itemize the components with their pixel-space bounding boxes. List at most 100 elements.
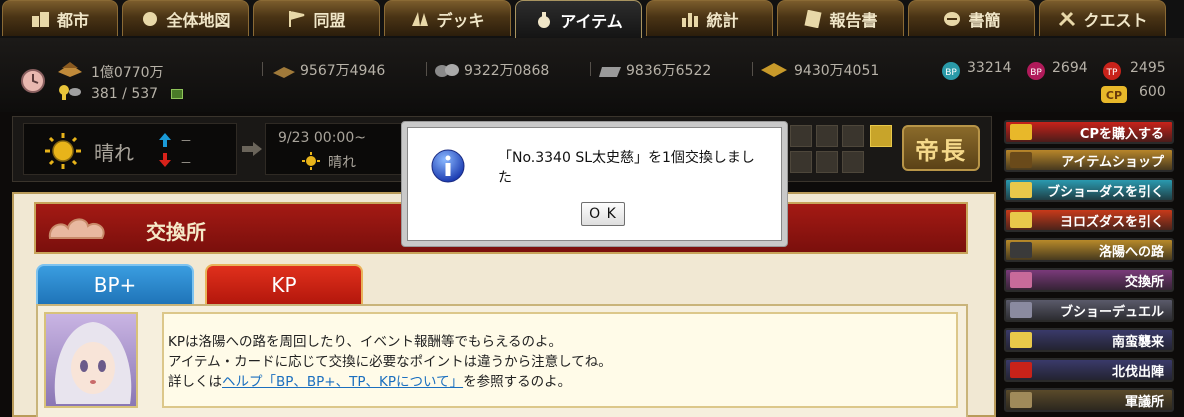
alert-dialog: 「No.3340 SL太史慈」を1個交換しました O K [401,121,788,247]
info-text-prefix: 詳しくは [168,374,222,390]
sun-icon [44,132,82,174]
clock-icon [20,68,46,98]
advisor-speech-bubble: KPは洛陽への路を周回したり、イベント報酬等でもらえるのよ。 アイテム・カードに… [162,312,958,408]
council-icon [1010,392,1032,408]
shop-icon [1010,152,1032,168]
info-panel: KPは洛陽への路を周回したり、イベント報酬等でもらえるのよ。 アイテム・カードに… [36,304,968,417]
sidebar-button-exchange[interactable]: 交換所 [1004,268,1174,292]
alert-dialog-body: 「No.3340 SL太史慈」を1個交換しました O K [407,127,782,241]
tab-label: 報告書 [829,10,878,30]
tab-label: 書簡 [968,10,1001,30]
next-weather-label: 晴れ [328,155,356,171]
ship-icon [1010,332,1032,348]
next-weather-time: 9/23 00:00~ [278,130,366,146]
mountain-icon [1010,242,1032,258]
tab-mail[interactable]: 書簡 [908,0,1035,36]
svg-text:BP: BP [1030,68,1042,78]
army-icon [1010,362,1032,378]
sidebar-label: 南蛮襲来 [1111,334,1164,350]
tp-value: 2495 [1130,60,1166,76]
svg-text:CP: CP [1106,89,1122,102]
mini-cell [842,151,864,173]
tp-icon: TP [1102,61,1122,85]
weather-up-value: － [180,134,193,148]
svg-text:BP: BP [945,68,957,78]
sidebar-button-bushodas[interactable]: ブショーダスを引く [1004,178,1174,202]
deck-cost-up-badge[interactable] [171,89,183,99]
sidebar-label: 洛陽への路 [1098,244,1164,260]
sidebar-button-buy-cp[interactable]: CPを購入する [1004,120,1174,144]
tab-kp[interactable]: KP [205,264,363,304]
rank-badge[interactable]: 帝長 [902,125,980,171]
wood-icon [272,64,296,83]
info-text-line: 詳しくはヘルプ「BP、BP+、TP、KPについて」を参照するのよ。 [168,372,946,392]
svg-text:TP: TP [1106,68,1118,78]
sidebar-button-war-council[interactable]: 軍議所 [1004,388,1174,412]
tab-bp-plus[interactable]: BP+ [36,264,194,304]
sidebar-button-yorozudas[interactable]: ヨロズダスを引く [1004,208,1174,232]
sidebar-button-item-shop[interactable]: アイテムショップ [1004,148,1174,172]
stats-icon [680,10,700,28]
cost-icon [58,84,82,104]
report-icon [803,9,823,28]
sidebar-button-hokubatsu[interactable]: 北伐出陣 [1004,358,1174,382]
sidebar-label: 北伐出陣 [1111,364,1164,380]
arrow-down-icon [158,152,172,172]
kp-icon: BP [1026,61,1046,85]
weather-down-value: － [180,156,193,170]
mini-status-grid [790,125,898,175]
kp-value: 2694 [1052,60,1088,76]
wood-value: 9567万4946 [300,63,386,79]
divider [426,62,427,76]
tab-city[interactable]: 都市 [2,0,118,36]
tab-reports[interactable]: 報告書 [777,0,904,36]
quest-icon [1057,10,1077,28]
ok-button[interactable]: O K [581,202,625,226]
arrow-up-icon [158,132,172,152]
advisor-avatar [44,312,138,408]
gold-icon [56,60,84,82]
next-arrow-icon [241,141,263,161]
info-icon [430,148,466,184]
iron-icon [598,64,622,83]
current-weather-box: 晴れ － － [23,123,237,175]
mini-cell [816,125,838,147]
cp-value: 600 [1139,84,1166,100]
grain-icon [760,62,788,82]
sidebar-button-nanban[interactable]: 南蛮襲来 [1004,328,1174,352]
card-icon [1010,212,1032,228]
tab-label: アイテム [560,11,623,31]
tab-world-map[interactable]: 全体地図 [122,0,249,36]
main-tab-bar: 都市 全体地図 同盟 デッキ アイテム 統計 報告書 書簡 クエスト [0,0,1184,38]
tab-label: 統計 [706,10,739,30]
mini-cell-active[interactable] [870,125,892,147]
tab-label: デッキ [436,10,485,30]
tab-quest[interactable]: クエスト [1039,0,1166,36]
stone-icon [434,62,460,82]
city-icon [31,10,51,28]
sidebar-label: アイテムショップ [1061,154,1164,170]
current-weather-label: 晴れ [94,141,134,165]
tab-alliance[interactable]: 同盟 [253,0,380,36]
info-text-suffix: を参照するのよ。 [463,374,572,390]
mini-cell [790,125,812,147]
stone-value: 9322万0868 [464,63,550,79]
sidebar-label: CPを購入する [1079,126,1164,142]
card-icon [1010,182,1032,198]
mini-cell [842,125,864,147]
tab-label: 都市 [56,10,89,30]
help-link[interactable]: ヘルプ「BP、BP+、TP、KPについて」 [222,374,463,390]
bp-icon: BP [941,61,961,85]
exchange-title: 交換所 [146,220,206,244]
grain-value: 9430万4051 [794,63,880,79]
sidebar-label: 交換所 [1124,274,1164,290]
tab-stats[interactable]: 統計 [646,0,773,36]
sidebar-button-busho-duel[interactable]: ブショーデュエル [1004,298,1174,322]
info-text-line: KPは洛陽への路を周回したり、イベント報酬等でもらえるのよ。 [168,334,563,350]
tab-deck[interactable]: デッキ [384,0,511,36]
mail-icon [942,10,962,28]
tab-label: 同盟 [313,10,346,30]
deck-cost-value: 381 / 537 [91,86,159,102]
sidebar-button-rakuyo-road[interactable]: 洛陽への路 [1004,238,1174,262]
tab-items[interactable]: アイテム [515,0,642,38]
